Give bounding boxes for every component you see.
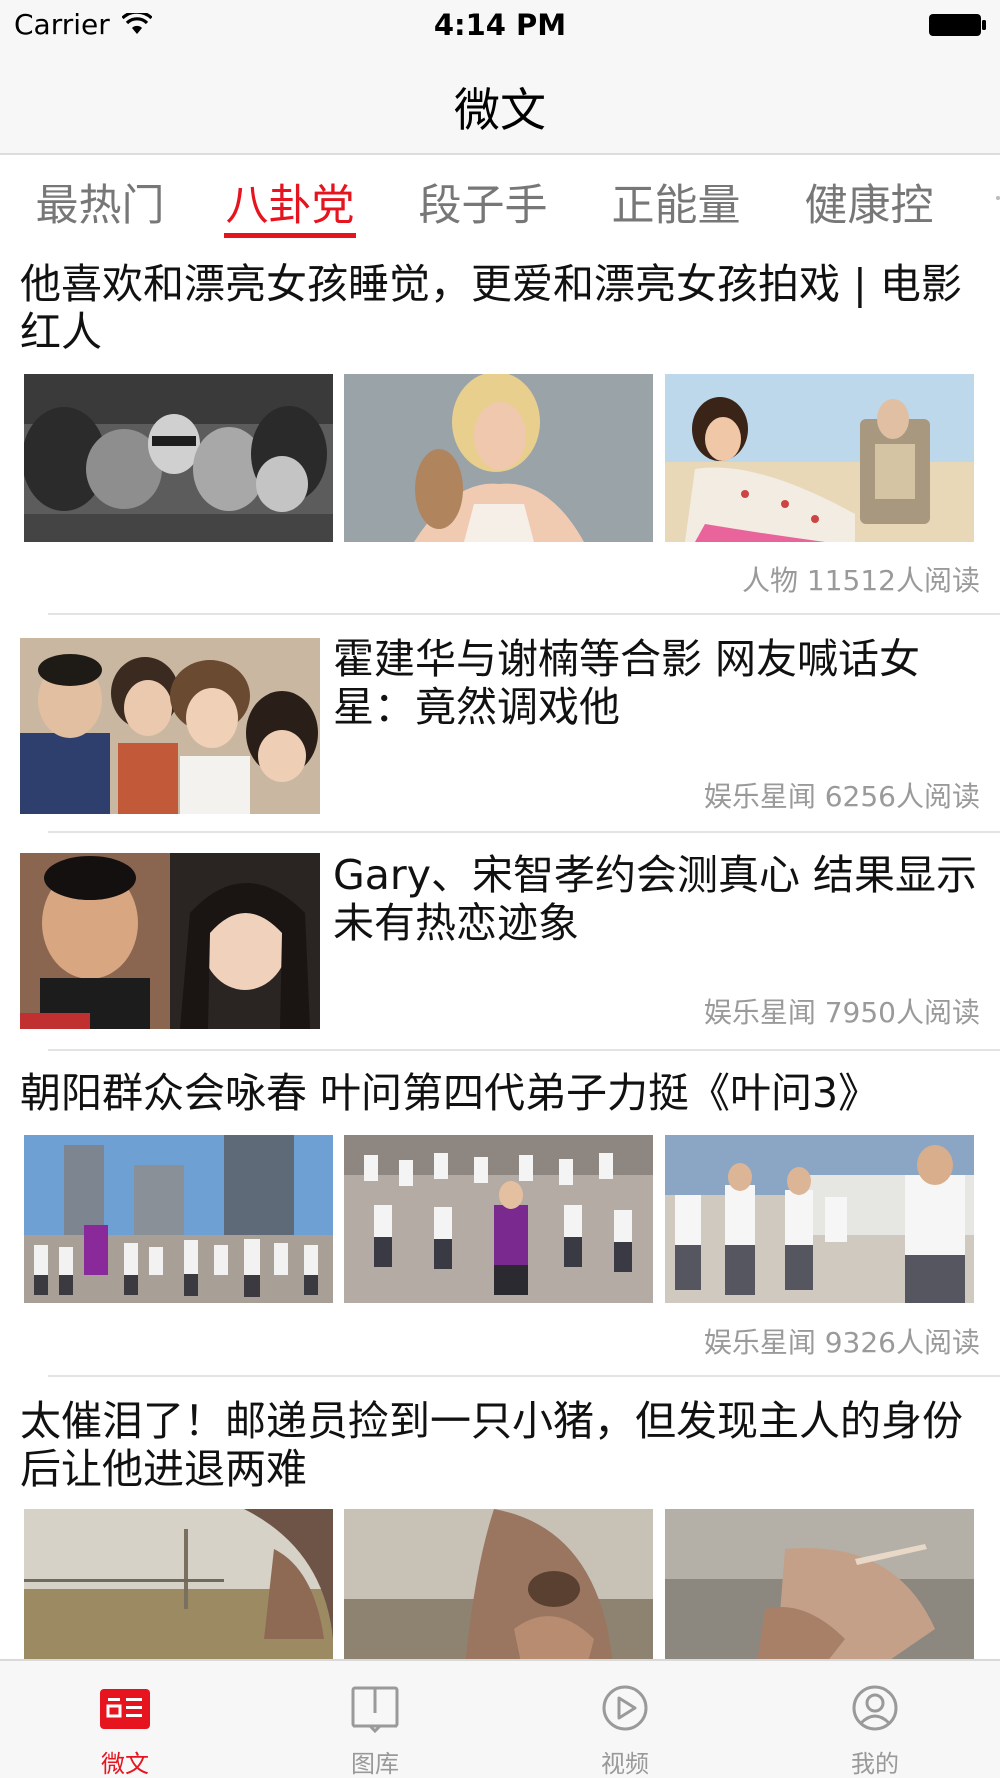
article-image[interactable] — [20, 638, 320, 814]
article-image[interactable] — [344, 1135, 653, 1303]
article-title-line: 朝阳群众会咏春 叶问第四代弟子力挺《叶问3》 — [20, 1069, 880, 1117]
navigation-bar: 微文 — [0, 48, 1000, 155]
article-card[interactable]: 太催泪了！邮递员捡到一只小猪，但发现主人的身份 后让他进退两难 — [0, 1377, 1000, 1659]
article-card[interactable]: 他喜欢和漂亮女孩睡觉，更爱和漂亮女孩拍戏 | 电影 红人 人物 11512人阅读 — [0, 247, 1000, 617]
article-title: 太催泪了！邮递员捡到一只小猪，但发现主人的身份 后让他进退两难 — [20, 1397, 980, 1493]
play-icon — [602, 1685, 648, 1731]
page-title: 微文 — [454, 83, 546, 137]
article-meta: 娱乐星闻 6256人阅读 — [703, 780, 980, 813]
article-title: Gary、宋智孝约会测真心 结果显示 未有热恋迹象 — [333, 851, 983, 947]
article-image[interactable] — [24, 1135, 333, 1303]
article-feed[interactable]: 他喜欢和漂亮女孩睡觉，更爱和漂亮女孩拍戏 | 电影 红人 人物 11512人阅读… — [0, 247, 1000, 1659]
tabs-overflow-indicator — [996, 196, 1000, 200]
bottom-tab-bar: 微文 图库 视频 我的 — [0, 1659, 1000, 1778]
article-title-line: Gary、宋智孝约会测真心 结果显示 — [333, 851, 978, 899]
article-title: 他喜欢和漂亮女孩睡觉，更爱和漂亮女孩拍戏 | 电影 红人 — [20, 260, 980, 356]
article-image[interactable] — [344, 1509, 653, 1659]
status-bar: Carrier 4:14 PM — [0, 0, 1000, 48]
article-card[interactable]: Gary、宋智孝约会测真心 结果显示 未有热恋迹象 娱乐星闻 7950人阅读 — [0, 833, 1000, 1049]
article-image[interactable] — [20, 853, 320, 1029]
article-meta: 人物 11512人阅读 — [742, 564, 980, 597]
article-image[interactable] — [344, 374, 653, 542]
article-image[interactable] — [665, 1509, 974, 1659]
book-icon — [351, 1686, 399, 1733]
tabbar-item-articles[interactable]: 微文 — [0, 1661, 250, 1778]
tab-hottest[interactable]: 最热门 — [20, 171, 180, 247]
article-image[interactable] — [665, 374, 974, 542]
tab-jokes[interactable]: 段子手 — [403, 171, 563, 247]
article-meta: 娱乐星闻 7950人阅读 — [703, 996, 980, 1029]
tabbar-item-profile[interactable]: 我的 — [750, 1661, 1000, 1778]
tab-positive[interactable]: 正能量 — [596, 171, 756, 247]
article-title-line: 未有热恋迹象 — [333, 899, 579, 947]
article-image[interactable] — [24, 374, 333, 542]
tabbar-label: 微文 — [101, 1750, 149, 1778]
article-image[interactable] — [665, 1135, 974, 1303]
tabbar-label: 图库 — [351, 1750, 399, 1778]
article-title-line: 红人 — [20, 308, 102, 356]
active-tab-indicator — [224, 233, 356, 238]
article-title-line: 太催泪了！邮递员捡到一只小猪，但发现主人的身份 — [20, 1397, 963, 1445]
tabbar-label: 视频 — [601, 1750, 649, 1778]
article-title-line: 他喜欢和漂亮女孩睡觉，更爱和漂亮女孩拍戏 | 电影 — [20, 260, 962, 308]
category-tabs: 最热门 八卦党 段子手 正能量 健康控 — [0, 157, 1000, 247]
profile-icon — [852, 1685, 898, 1731]
status-time: 4:14 PM — [433, 8, 567, 42]
tabbar-item-video[interactable]: 视频 — [500, 1661, 750, 1778]
tab-health[interactable]: 健康控 — [789, 171, 949, 247]
article-title-line: 霍建华与谢楠等合影 网友喊话女 — [333, 635, 921, 683]
tabbar-label: 我的 — [851, 1750, 899, 1778]
article-card[interactable]: 朝阳群众会咏春 叶问第四代弟子力挺《叶问3》 娱乐星闻 9326人阅读 — [0, 1051, 1000, 1375]
article-title: 朝阳群众会咏春 叶问第四代弟子力挺《叶问3》 — [20, 1069, 980, 1117]
article-meta: 娱乐星闻 9326人阅读 — [703, 1326, 980, 1359]
article-title-line: 星：竟然调戏他 — [333, 683, 620, 731]
tabbar-item-gallery[interactable]: 图库 — [250, 1661, 500, 1778]
article-title-line: 后让他进退两难 — [20, 1445, 307, 1493]
article-image[interactable] — [24, 1509, 333, 1659]
article-title: 霍建华与谢楠等合影 网友喊话女 星：竟然调戏他 — [333, 635, 983, 731]
article-card[interactable]: 霍建华与谢楠等合影 网友喊话女 星：竟然调戏他 娱乐星闻 6256人阅读 — [0, 615, 1000, 831]
battery-icon — [929, 14, 986, 36]
news-icon — [100, 1689, 150, 1729]
